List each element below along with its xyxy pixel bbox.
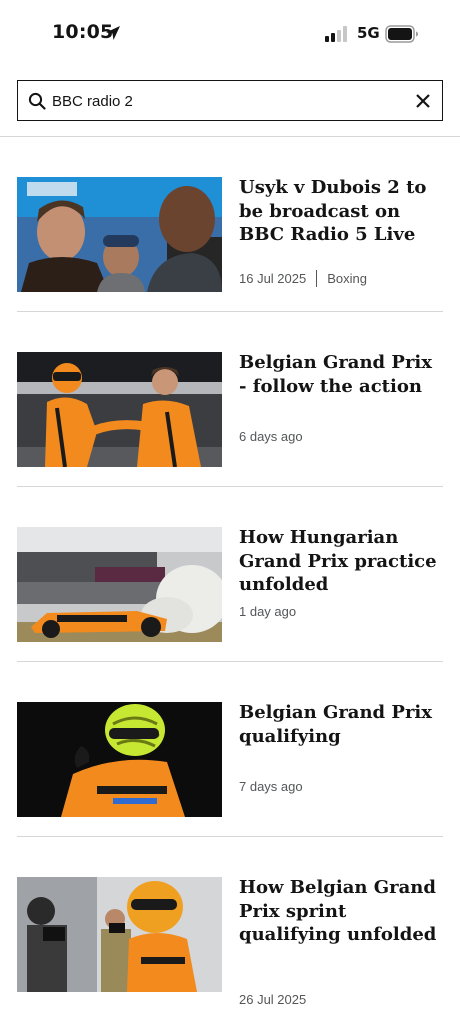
result-thumbnail [17, 527, 222, 642]
result-timestamp: 16 Jul 2025 [239, 271, 307, 286]
result-headline[interactable]: How Belgian Grand Prix sprint qualifying… [239, 876, 444, 947]
result-timestamp: 7 days ago [239, 779, 303, 794]
search-box[interactable] [17, 80, 443, 121]
result-item[interactable]: Usyk v Dubois 2 to be broadcast on BBC R… [17, 137, 443, 312]
result-thumbnail [17, 877, 222, 992]
f1-driver-photographers-image [17, 877, 222, 992]
network-label: 5G [357, 24, 380, 42]
result-timestamp: 1 day ago [239, 604, 297, 619]
f1-drivers-handshake-image [17, 352, 222, 467]
search-input[interactable] [52, 89, 392, 113]
result-meta: 7 days ago [239, 779, 444, 794]
result-timestamp: 6 days ago [239, 429, 303, 444]
result-thumbnail [17, 177, 222, 292]
close-icon[interactable] [413, 91, 433, 111]
result-meta: 1 day ago [239, 604, 444, 619]
location-arrow-icon [106, 26, 120, 40]
result-meta: 16 Jul 2025 Boxing [239, 270, 444, 287]
result-item[interactable]: Belgian Grand Prix - follow the action 6… [17, 312, 443, 487]
boxing-faceoff-image [17, 177, 222, 292]
battery-icon [385, 25, 418, 43]
f1-car-smoke-image [17, 527, 222, 642]
result-meta: 6 days ago [239, 429, 444, 444]
result-thumbnail [17, 352, 222, 467]
result-thumbnail [17, 702, 222, 817]
result-headline[interactable]: Belgian Grand Prix - follow the action [239, 351, 444, 398]
signal-icon [325, 26, 347, 42]
result-item[interactable]: How Hungarian Grand Prix practice unfold… [17, 487, 443, 662]
search-icon [28, 92, 46, 110]
result-item[interactable]: Belgian Grand Prix qualifying 7 days ago [17, 662, 443, 837]
result-headline[interactable]: Usyk v Dubois 2 to be broadcast on BBC R… [239, 176, 444, 247]
meta-separator [316, 270, 318, 287]
result-headline[interactable]: How Hungarian Grand Prix practice unfold… [239, 526, 444, 597]
result-headline[interactable]: Belgian Grand Prix qualifying [239, 701, 444, 748]
f1-driver-helmet-image [17, 702, 222, 817]
result-item[interactable]: How Belgian Grand Prix sprint qualifying… [17, 837, 443, 1012]
result-topic[interactable]: Boxing [327, 271, 367, 286]
status-bar: 10:05 5G [0, 0, 460, 68]
